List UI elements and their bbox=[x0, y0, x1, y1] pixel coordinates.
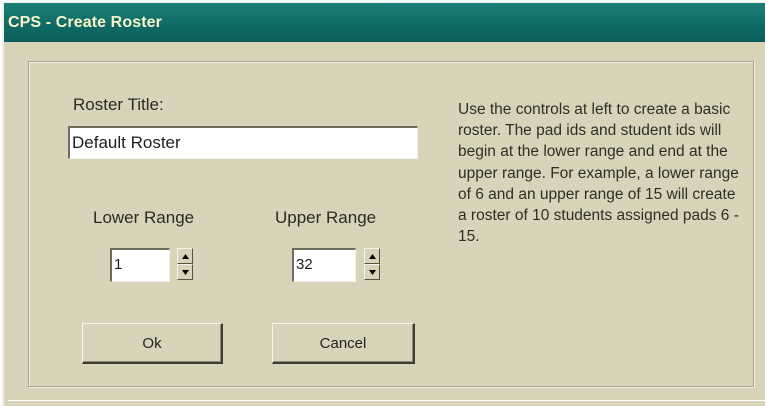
upper-range-input[interactable]: 32 bbox=[292, 248, 356, 282]
cancel-button[interactable]: Cancel bbox=[272, 323, 415, 364]
window-bottom-edge bbox=[8, 400, 765, 401]
upper-range-down-button[interactable] bbox=[364, 264, 380, 280]
window-title: CPS - Create Roster bbox=[8, 14, 162, 31]
spin-up-icon bbox=[368, 253, 376, 259]
lower-range-down-button[interactable] bbox=[177, 264, 193, 280]
roster-title-input[interactable] bbox=[68, 126, 418, 159]
create-roster-dialog: CPS - Create Roster Roster Title: Lower … bbox=[2, 2, 765, 406]
upper-range-label: Upper Range bbox=[275, 208, 377, 227]
lower-range-input[interactable]: 1 bbox=[110, 248, 170, 282]
title-bar[interactable]: CPS - Create Roster bbox=[4, 3, 765, 42]
lower-range-up-button[interactable] bbox=[177, 248, 193, 264]
spin-down-icon bbox=[368, 269, 376, 275]
lower-range-label: Lower Range bbox=[93, 208, 195, 227]
upper-range-spinner bbox=[364, 248, 380, 280]
roster-title-label: Roster Title: bbox=[73, 95, 164, 114]
spin-up-icon bbox=[181, 253, 189, 259]
upper-range-up-button[interactable] bbox=[364, 248, 380, 264]
ok-button[interactable]: Ok bbox=[82, 323, 223, 364]
lower-range-spinner bbox=[177, 248, 193, 280]
spin-down-icon bbox=[181, 269, 189, 275]
help-text: Use the controls at left to create a bas… bbox=[458, 101, 739, 246]
